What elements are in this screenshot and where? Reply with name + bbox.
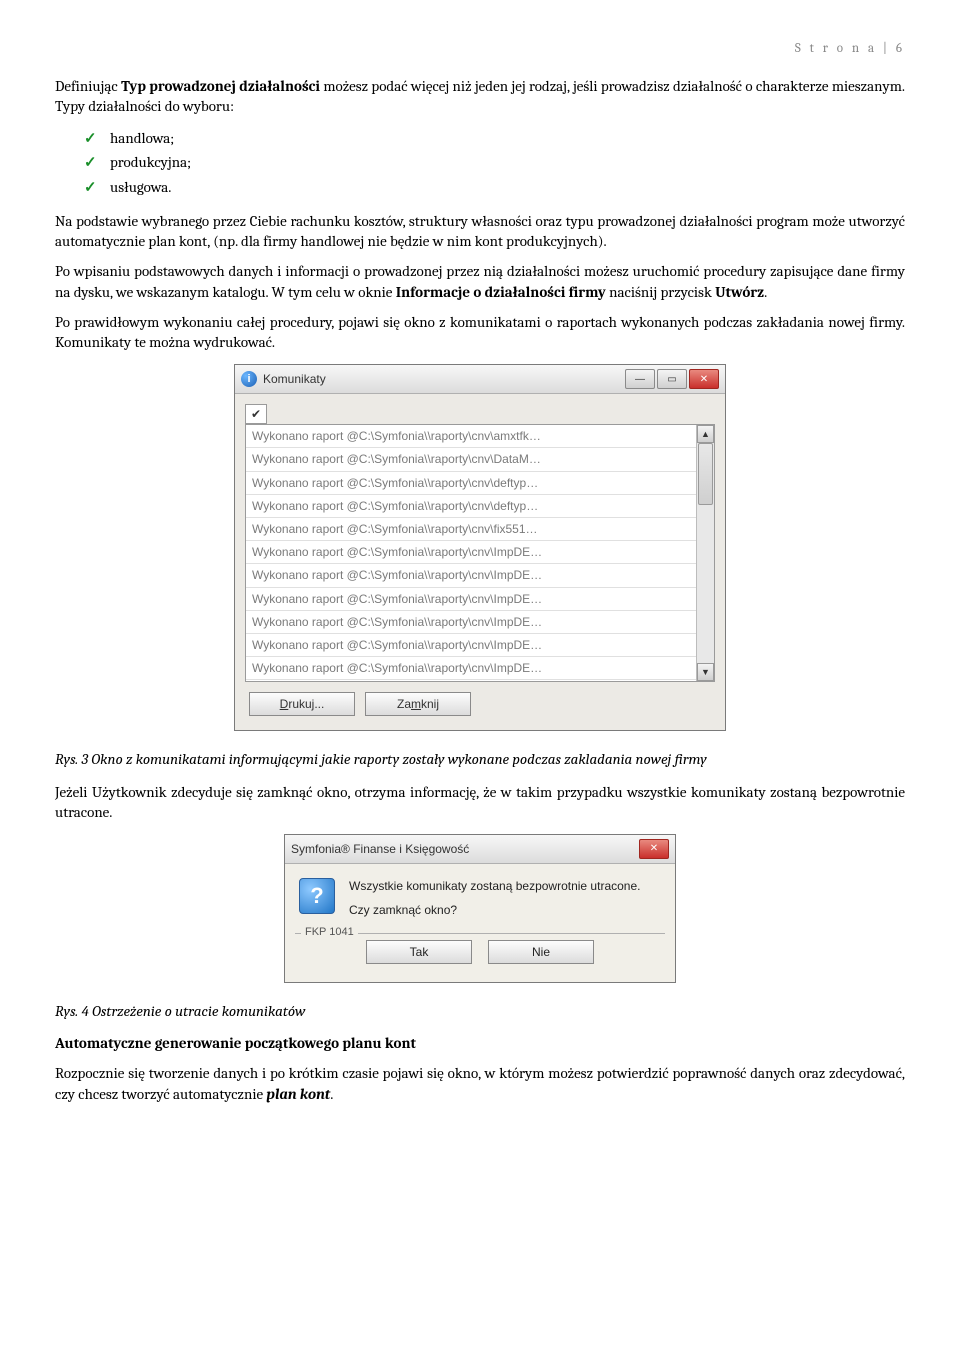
- page-header: S t r o n a | 6: [55, 40, 905, 58]
- list-item: Wykonano raport @C:\Symfonia\\raporty\cn…: [246, 611, 696, 634]
- activity-type-list: handlowa; produkcyjna; usługowa.: [55, 126, 905, 199]
- list-item: Wykonano raport @C:\Symfonia\\raporty\cn…: [246, 564, 696, 587]
- messages-window: i Komunikaty — ▭ ✕ ✔ Wykonano raport @C:…: [234, 364, 726, 731]
- print-btn-rest: rukuj...: [288, 697, 324, 711]
- p6-b: plan kont: [266, 1085, 330, 1103]
- p1-bold: Typ prowadzonej działalności: [121, 77, 320, 95]
- dialog-frame-label: FKP 1041: [301, 925, 358, 940]
- window-body: ✔ Wykonano raport @C:\Symfonia\\raporty\…: [235, 394, 725, 730]
- list-item: Wykonano raport @C:\Symfonia\\raporty\cn…: [246, 472, 696, 495]
- p3-b1: Informacje o działalności firmy: [396, 283, 606, 301]
- section-heading: Automatyczne generowanie początkowego pl…: [55, 1033, 905, 1053]
- p3-mid: naciśnij przycisk: [606, 283, 715, 301]
- dialog-title: Symfonia® Finanse i Księgowość: [291, 841, 639, 857]
- dialog-frame: FKP 1041 Tak Nie: [295, 933, 665, 976]
- list-item: Wykonano raport @C:\Symfonia\\raporty\cn…: [246, 495, 696, 518]
- list-item: Wykonano raport @C:\Symfonia\\raporty\cn…: [246, 448, 696, 471]
- p1-pre: Definiując: [55, 77, 121, 95]
- question-icon: ?: [299, 878, 335, 914]
- titlebar: i Komunikaty — ▭ ✕: [235, 365, 725, 394]
- list-item: Wykonano raport @C:\Symfonia\\raporty\cn…: [246, 657, 696, 680]
- scrollbar[interactable]: ▲ ▼: [696, 425, 714, 681]
- list-header-check[interactable]: ✔: [245, 404, 267, 424]
- p3-b2: Utwórz: [715, 283, 764, 301]
- paragraph-5: Jeżeli Użytkownik zdecyduje się zamknąć …: [55, 782, 905, 823]
- list-item: Wykonano raport @C:\Symfonia\\raporty\cn…: [246, 425, 696, 448]
- minimize-button[interactable]: —: [625, 369, 655, 389]
- info-icon: i: [241, 371, 257, 387]
- close-button[interactable]: Zamknij: [365, 692, 471, 716]
- dialog-line-1: Wszystkie komunikaty zostaną bezpowrotni…: [349, 878, 640, 894]
- paragraph-2: Na podstawie wybranego przez Ciebie rach…: [55, 211, 905, 252]
- window-title: Komunikaty: [263, 371, 625, 387]
- close-btn-rest: knij: [421, 697, 439, 711]
- list-item: usługowa.: [110, 175, 905, 199]
- list-item: Wykonano raport @C:\Symfonia\\raporty\cn…: [246, 588, 696, 611]
- close-btn-pre: Za: [397, 697, 411, 711]
- close-btn-u: m: [411, 697, 421, 711]
- list-item: Wykonano raport @C:\Symfonia\\raporty\cn…: [246, 680, 696, 681]
- list-item: handlowa;: [110, 126, 905, 150]
- dialog-line-2: Czy zamknąć okno?: [349, 902, 640, 918]
- list-item: Wykonano raport @C:\Symfonia\\raporty\cn…: [246, 634, 696, 657]
- list-item: Wykonano raport @C:\Symfonia\\raporty\cn…: [246, 541, 696, 564]
- paragraph-4: Po prawidłowym wykonaniu całej procedury…: [55, 312, 905, 353]
- no-button[interactable]: Nie: [488, 940, 594, 964]
- list-item: Wykonano raport @C:\Symfonia\\raporty\cn…: [246, 518, 696, 541]
- dialog-titlebar: Symfonia® Finanse i Księgowość ✕: [285, 835, 675, 864]
- scroll-down-icon[interactable]: ▼: [697, 663, 714, 681]
- scroll-up-icon[interactable]: ▲: [697, 425, 714, 443]
- paragraph-3: Po wpisaniu podstawowych danych i inform…: [55, 261, 905, 302]
- window-close-button[interactable]: ✕: [689, 369, 719, 389]
- maximize-button[interactable]: ▭: [657, 369, 687, 389]
- p6-end: .: [330, 1085, 333, 1103]
- dialog-close-button[interactable]: ✕: [639, 839, 669, 859]
- warning-dialog: Symfonia® Finanse i Księgowość ✕ ? Wszys…: [284, 834, 676, 983]
- print-button[interactable]: Drukuj...: [249, 692, 355, 716]
- scroll-track[interactable]: [697, 443, 714, 663]
- list-item: produkcyjna;: [110, 150, 905, 174]
- yes-button[interactable]: Tak: [366, 940, 472, 964]
- report-list: Wykonano raport @C:\Symfonia\\raporty\cn…: [245, 424, 715, 682]
- scroll-thumb[interactable]: [698, 443, 713, 505]
- paragraph-1: Definiując Typ prowadzonej działalności …: [55, 76, 905, 117]
- figure-caption-4: Rys. 4 Ostrzeżenie o utracie komunikatów: [55, 1001, 905, 1021]
- figure-caption-3: Rys. 3 Okno z komunikatami informującymi…: [55, 749, 905, 769]
- p3-end: .: [764, 283, 767, 301]
- dialog-text: Wszystkie komunikaty zostaną bezpowrotni…: [349, 878, 640, 926]
- paragraph-6: Rozpocznie się tworzenie danych i po kró…: [55, 1063, 905, 1104]
- p6-a: Rozpocznie się tworzenie danych i po kró…: [55, 1064, 905, 1102]
